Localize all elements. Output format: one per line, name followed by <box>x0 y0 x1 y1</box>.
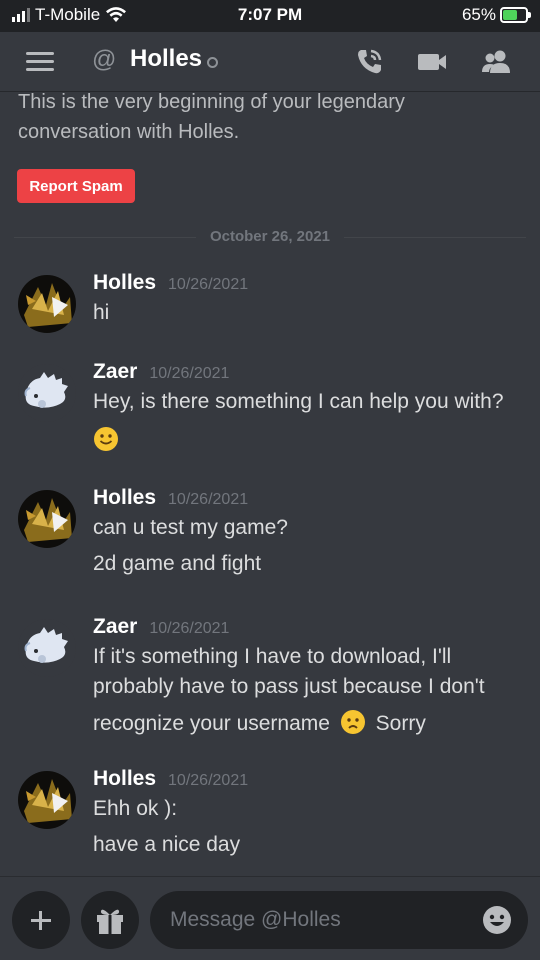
message-list[interactable]: This is the very beginning of your legen… <box>0 92 540 872</box>
message-timestamp: 10/26/2021 <box>168 772 249 789</box>
battery-percent: 65% <box>461 5 496 24</box>
avatar[interactable] <box>18 364 76 422</box>
avatar[interactable] <box>18 771 76 829</box>
clock: 7:07 PM <box>237 5 303 24</box>
phone-call-icon[interactable] <box>353 46 385 78</box>
holles-avatar-image <box>18 275 76 333</box>
message-author[interactable]: Zaer 10/26/2021 <box>93 615 229 639</box>
message-timestamp: 10/26/2021 <box>168 491 249 508</box>
composer <box>0 876 540 960</box>
zaer-avatar-image <box>18 364 76 422</box>
page-title[interactable]: Holles <box>130 45 202 73</box>
date-divider: October 26, 2021 <box>0 228 540 246</box>
message-author[interactable]: Zaer 10/26/2021 <box>93 360 229 384</box>
date-divider-label: October 26, 2021 <box>195 228 345 245</box>
author-name: Holles <box>93 271 157 294</box>
emoji-picker-icon[interactable] <box>482 905 512 935</box>
battery-icon <box>500 7 531 23</box>
message-text: Hey, is there something I can help you w… <box>93 390 504 413</box>
message-text: If it's something I have to download, I'… <box>93 645 452 668</box>
message-author[interactable]: Holles 10/26/2021 <box>93 486 248 510</box>
message-text: 2d game and fight <box>93 552 262 575</box>
message-author[interactable]: Holles 10/26/2021 <box>93 767 248 791</box>
avatar[interactable] <box>18 275 76 333</box>
offline-status-icon <box>207 57 218 68</box>
message-text: probably have to pass just because I don… <box>93 675 485 698</box>
members-icon[interactable] <box>480 46 512 78</box>
message-text: can u test my game? <box>93 516 288 539</box>
message-timestamp: 10/26/2021 <box>149 620 230 637</box>
message-input[interactable] <box>150 891 528 949</box>
message-timestamp: 10/26/2021 <box>168 276 249 293</box>
message-text: have a nice day <box>93 833 241 856</box>
holles-avatar-image <box>18 771 76 829</box>
message-text: hi <box>93 301 110 324</box>
gift-icon <box>97 909 123 934</box>
frowning-emoji-icon <box>340 710 365 734</box>
add-attachment-button[interactable] <box>12 891 70 949</box>
at-symbol: @ <box>92 46 117 73</box>
message-text: Sorry <box>375 712 426 735</box>
author-name: Holles <box>93 486 157 509</box>
author-name: Zaer <box>93 615 138 638</box>
battery-group: 65% <box>461 5 531 25</box>
holles-avatar-image <box>18 490 76 548</box>
avatar[interactable] <box>18 619 76 677</box>
message-text: recognize your username <box>93 712 330 735</box>
message-text: Ehh ok ): <box>93 797 178 820</box>
message-author[interactable]: Holles 10/26/2021 <box>93 271 248 295</box>
report-spam-button[interactable]: Report Spam <box>17 169 135 203</box>
author-name: Holles <box>93 767 157 790</box>
slightly-smiling-emoji-icon <box>93 426 119 458</box>
channel-header: @ Holles <box>0 32 540 92</box>
author-name: Zaer <box>93 360 138 383</box>
battery-level <box>503 10 518 20</box>
avatar[interactable] <box>18 490 76 548</box>
conversation-intro: This is the very beginning of your legen… <box>18 92 405 143</box>
gift-button[interactable] <box>81 891 139 949</box>
message-timestamp: 10/26/2021 <box>149 365 230 382</box>
zaer-avatar-image <box>18 619 76 677</box>
hamburger-icon[interactable] <box>26 52 54 72</box>
message-text-row: recognize your username Sorry <box>93 709 426 736</box>
plus-icon-stem <box>39 911 42 930</box>
video-camera-icon[interactable] <box>416 46 448 78</box>
status-bar: T-Mobile 7:07 PM 65% <box>0 0 540 32</box>
